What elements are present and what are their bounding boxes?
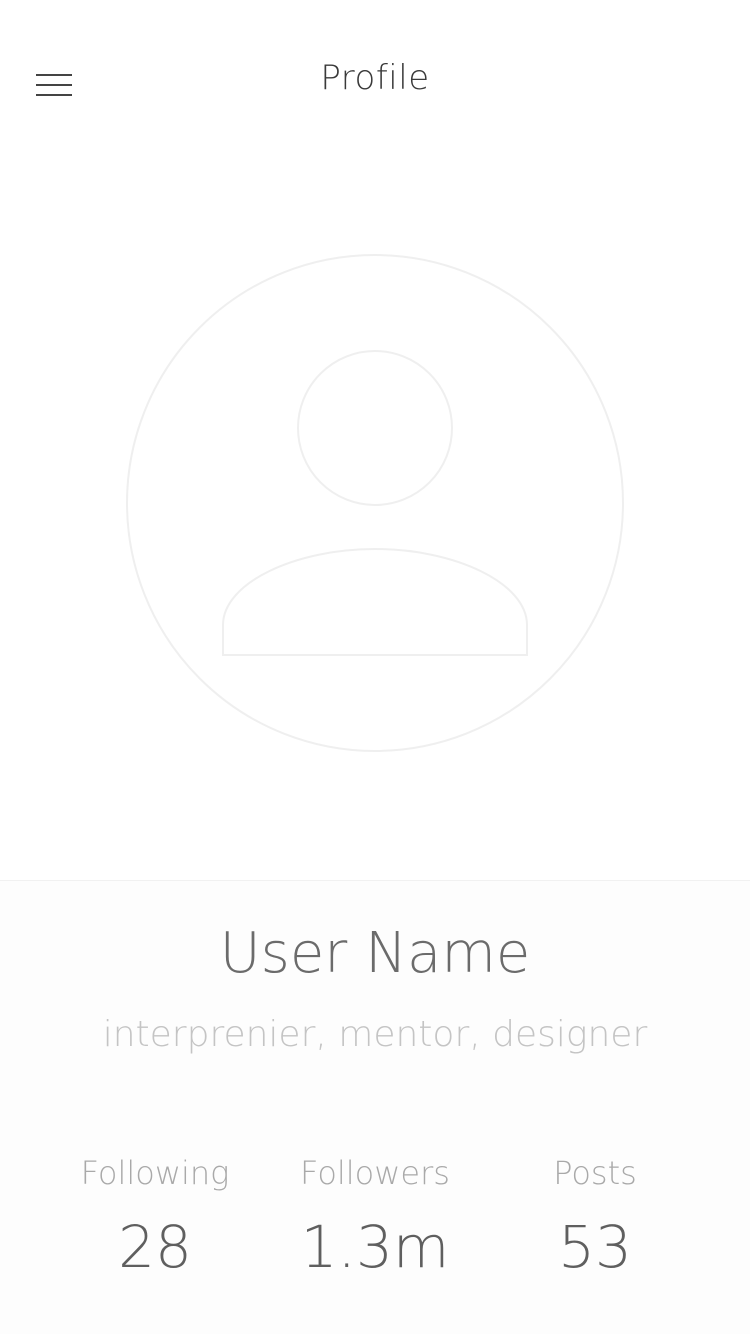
avatar-shoulders <box>222 547 528 656</box>
stat-followers[interactable]: Followers 1.3m <box>265 1151 485 1279</box>
avatar-section <box>0 160 750 880</box>
stat-value: 1.3m <box>300 1213 450 1281</box>
avatar-outer-circle <box>126 254 624 752</box>
stat-following[interactable]: Following 28 <box>45 1151 265 1279</box>
page-title: Profile <box>320 58 430 98</box>
stat-value: 28 <box>118 1213 192 1281</box>
stat-label: Following <box>80 1154 230 1192</box>
stat-posts[interactable]: Posts 53 <box>485 1151 705 1279</box>
avatar-head-circle <box>297 350 453 506</box>
stat-label: Followers <box>300 1154 450 1192</box>
user-name: User Name <box>219 921 531 986</box>
user-bio: interprenier, mentor, designer <box>102 1014 648 1055</box>
profile-info-section: User Name interprenier, mentor, designer… <box>0 881 750 1334</box>
stat-label: Posts <box>553 1154 637 1192</box>
stat-value: 53 <box>558 1213 632 1281</box>
top-bar: Profile <box>0 0 750 160</box>
profile-stats: Following 28 Followers 1.3m Posts 53 <box>45 1151 705 1279</box>
user-placeholder-icon[interactable] <box>125 253 625 753</box>
